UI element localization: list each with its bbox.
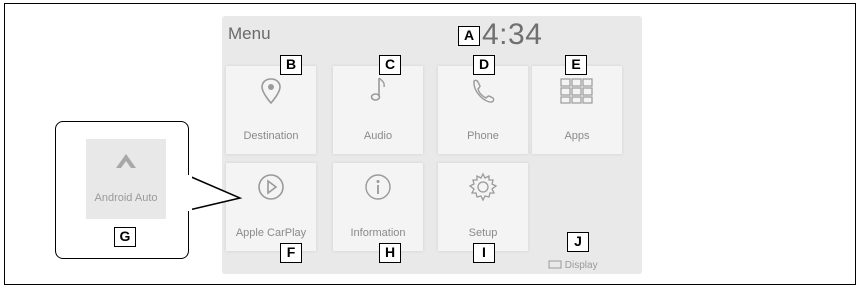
information-button[interactable]: Information [333,163,423,251]
label-tag-h: H [379,243,401,263]
apps-grid-icon [560,78,593,104]
menu-title: Menu [228,24,271,43]
audio-label: Audio [363,130,393,142]
callout-pointer-cover [186,175,192,211]
setup-button[interactable]: Setup [438,163,528,251]
map-pin-icon [261,78,281,104]
information-label: Information [350,227,406,239]
callout-pointer [188,175,243,211]
android-auto-icon [116,154,136,168]
setup-label: Setup [468,227,498,239]
info-icon [365,174,391,200]
audio-button[interactable]: Audio [333,66,423,154]
destination-button[interactable]: Destination [226,66,316,154]
display-button[interactable]: Display [548,260,598,271]
play-circle-icon [258,174,284,200]
label-tag-d: D [473,55,495,75]
label-tag-c: C [379,55,401,75]
label-tag-i: I [473,243,495,263]
gear-icon [468,172,498,202]
apple-carplay-label: Apple CarPlay [235,227,307,239]
label-tag-b: B [280,55,302,75]
phone-label: Phone [467,130,499,142]
label-tag-g: G [114,227,136,247]
clock: 4:34 [482,18,543,51]
destination-label: Destination [243,130,299,142]
phone-button[interactable]: Phone [438,66,528,154]
apps-button[interactable]: Apps [532,66,622,154]
display-label: Display [564,260,598,271]
android-auto-button[interactable]: Android Auto [86,139,166,219]
music-note-icon [370,77,385,101]
label-tag-e: E [565,55,587,75]
label-tag-a: A [458,26,480,46]
label-tag-j: J [567,232,589,252]
display-icon [548,260,562,269]
phone-icon [473,79,495,103]
apps-label: Apps [564,130,590,142]
android-auto-label: Android Auto [94,192,158,204]
label-tag-f: F [280,243,302,263]
